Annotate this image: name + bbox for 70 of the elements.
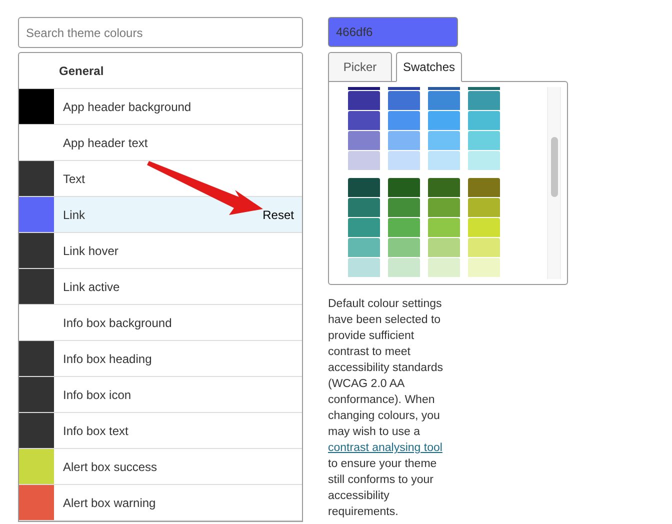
colour-name: Text <box>63 170 86 188</box>
help-text: Default colour settings have been selected to provide sufficient contrast to meet accessibility standards (WCAG 2.0 AA conformance). When changing colours, you may wish to use a contrast analysing tool to ensure your theme still conforms to your accessibility requirements. <box>328 297 444 520</box>
colour-swatch[interactable] <box>348 238 380 257</box>
colour-swatch[interactable] <box>468 111 500 130</box>
colour-name: Info box heading <box>63 350 153 368</box>
colour-row[interactable]: Link hover <box>19 233 302 269</box>
tab[interactable]: Swatches <box>396 52 462 82</box>
reset-button[interactable]: Reset <box>262 206 294 224</box>
colour-swatch[interactable] <box>348 91 380 110</box>
colour-name: Link <box>63 206 86 224</box>
colour-swatch[interactable] <box>468 151 500 170</box>
scrollbar[interactable] <box>547 87 561 279</box>
colour-swatch[interactable] <box>428 87 460 90</box>
colour-swatch[interactable] <box>348 151 380 170</box>
colour-swatch[interactable] <box>428 218 460 237</box>
colour-name: Info box background <box>63 314 173 332</box>
colour-swatch[interactable] <box>348 178 380 197</box>
colour-swatch[interactable] <box>428 258 460 277</box>
colour-name: Alert box success <box>63 458 158 476</box>
colour-name: App header text <box>63 134 149 152</box>
colour-name: Info box text <box>63 422 130 440</box>
colour-swatch[interactable] <box>388 131 420 150</box>
colour-swatch[interactable] <box>428 111 460 130</box>
colour-swatch[interactable] <box>428 151 460 170</box>
colour-swatch[interactable] <box>468 131 500 150</box>
colour-swatch[interactable] <box>388 87 420 90</box>
colour-swatch[interactable] <box>348 111 380 130</box>
colour-swatch[interactable] <box>468 198 500 217</box>
colour-swatch[interactable] <box>468 87 500 90</box>
contrast-tool-link[interactable]: contrast analysing tool <box>328 442 442 454</box>
colour-swatch[interactable] <box>348 131 380 150</box>
colour-swatch[interactable] <box>428 131 460 150</box>
colour-swatch[interactable] <box>468 258 500 277</box>
colour-row[interactable]: Alert box success <box>19 449 302 485</box>
colour-row[interactable]: Info box icon <box>19 377 302 413</box>
colour-swatch[interactable] <box>388 218 420 237</box>
list-heading: General <box>59 62 104 80</box>
colour-swatch[interactable] <box>428 178 460 197</box>
colour-swatch[interactable] <box>348 258 380 277</box>
colour-row[interactable]: Info box heading <box>19 341 302 377</box>
colour-swatch[interactable] <box>428 238 460 257</box>
colour-swatch[interactable] <box>388 91 420 110</box>
colour-row[interactable]: Alert box warning <box>19 485 302 521</box>
colour-swatch[interactable] <box>388 198 420 217</box>
colour-swatch[interactable] <box>388 151 420 170</box>
colour-row[interactable]: Text <box>19 161 302 197</box>
colour-name: Link active <box>63 278 121 296</box>
colour-row[interactable]: Info box text <box>19 413 302 449</box>
colour-swatch[interactable] <box>348 198 380 217</box>
colour-name: Link hover <box>63 242 120 260</box>
colour-swatch[interactable] <box>348 87 380 90</box>
colour-swatch[interactable] <box>468 178 500 197</box>
colour-swatch[interactable] <box>428 91 460 110</box>
colour-swatch[interactable] <box>388 258 420 277</box>
colour-swatch[interactable] <box>468 238 500 257</box>
colour-swatch[interactable] <box>388 178 420 197</box>
colour-row[interactable]: App header background <box>19 89 302 125</box>
colour-name: Alert box warning <box>63 494 157 512</box>
colour-swatch[interactable] <box>428 198 460 217</box>
colour-row[interactable]: Link active <box>19 269 302 305</box>
colour-swatch[interactable] <box>388 111 420 130</box>
colour-name: App header background <box>63 98 192 116</box>
colour-swatch[interactable] <box>468 91 500 110</box>
tab[interactable]: Picker <box>328 52 392 82</box>
colour-row[interactable]: Link Reset <box>19 197 302 233</box>
colour-name: Info box icon <box>63 386 132 404</box>
colour-swatch[interactable] <box>388 238 420 257</box>
search-field[interactable]: Search theme colours <box>18 17 303 48</box>
colour-swatch[interactable] <box>348 218 380 237</box>
colour-swatch[interactable] <box>468 218 500 237</box>
